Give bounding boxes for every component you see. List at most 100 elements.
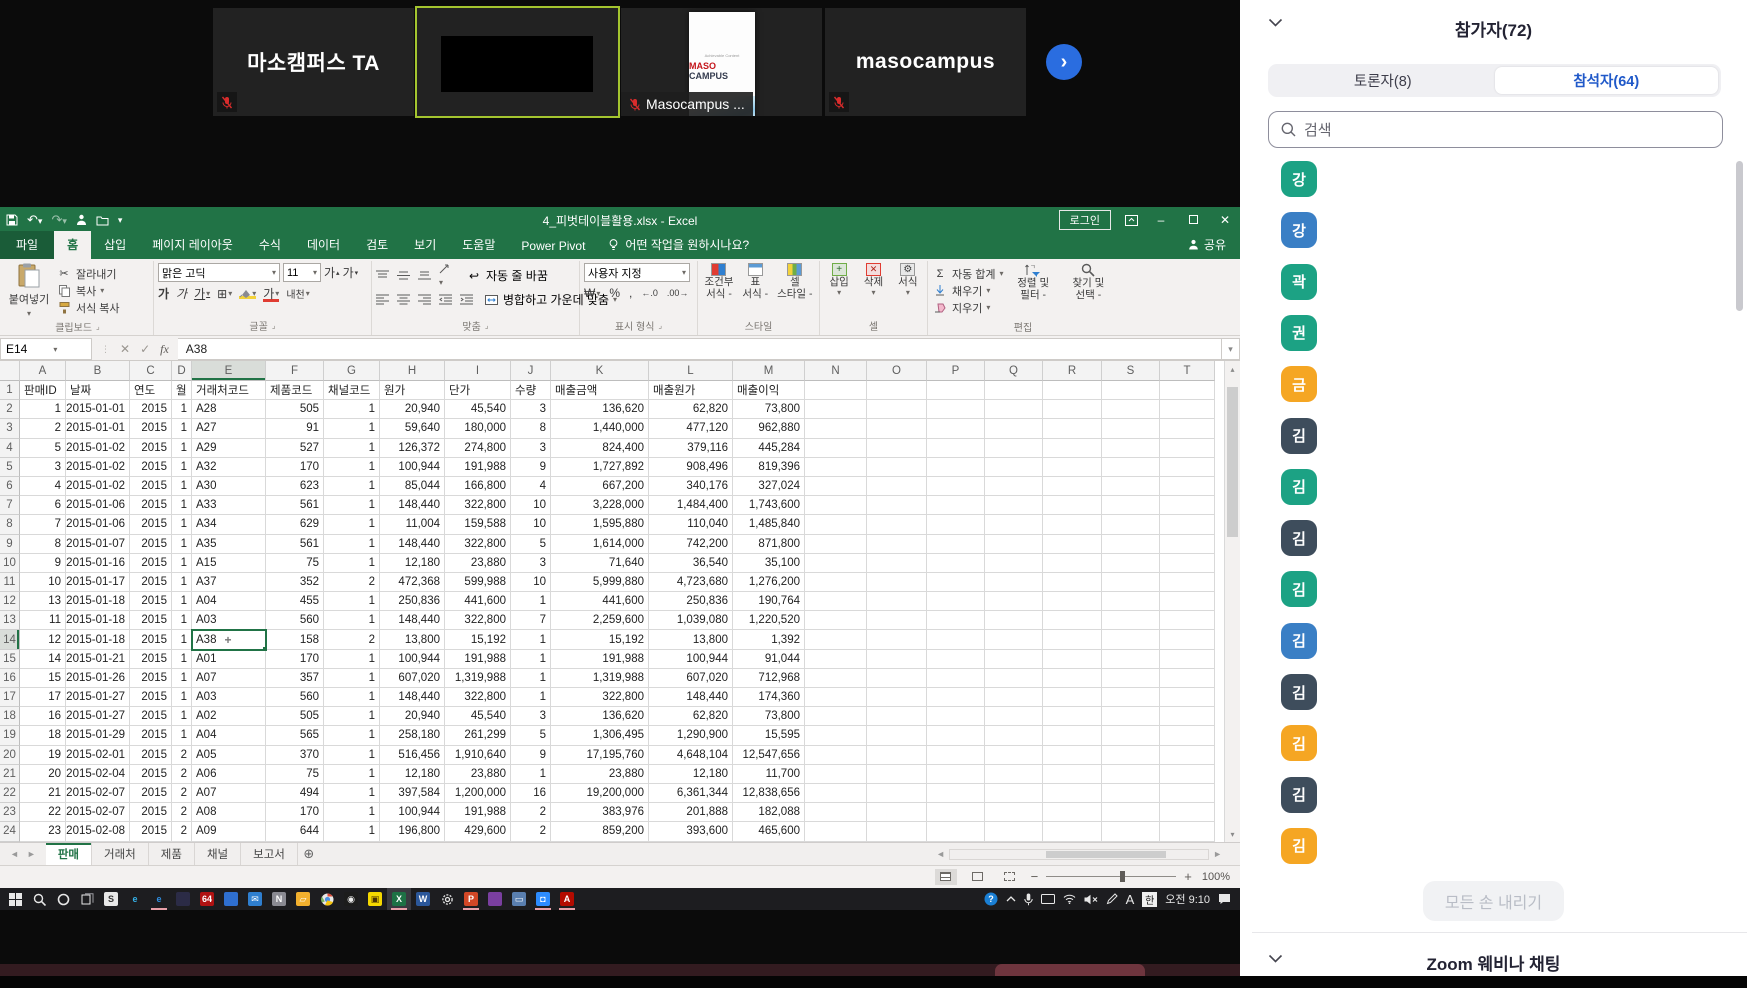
- decrease-indent-icon[interactable]: [439, 294, 452, 305]
- column-header-E[interactable]: E: [192, 361, 266, 381]
- participant-row[interactable]: 김: [1281, 828, 1701, 864]
- cell-J11[interactable]: 10: [511, 573, 551, 592]
- cell-E4[interactable]: A29: [192, 439, 266, 458]
- cell-N6[interactable]: [805, 477, 867, 496]
- cell-G7[interactable]: 1: [324, 496, 380, 515]
- cell-C6[interactable]: 2015: [130, 477, 172, 496]
- cell-C24[interactable]: 2015: [130, 822, 172, 841]
- cell-D11[interactable]: 1: [172, 573, 192, 592]
- cell-H2[interactable]: 20,940: [380, 400, 445, 419]
- cell-C14[interactable]: 2015: [130, 630, 172, 649]
- cell-H16[interactable]: 607,020: [380, 669, 445, 688]
- cell-R8[interactable]: [1043, 515, 1102, 534]
- cell-J2[interactable]: 3: [511, 400, 551, 419]
- cell-E16[interactable]: A07: [192, 669, 266, 688]
- cell-E11[interactable]: A37: [192, 573, 266, 592]
- search-input[interactable]: 검색: [1268, 111, 1723, 148]
- sheet-tab-판매[interactable]: 판매: [46, 843, 92, 865]
- clear-button[interactable]: 지우기 ▾: [932, 299, 1004, 316]
- cell-Q23[interactable]: [985, 803, 1043, 822]
- cell-I9[interactable]: 322,800: [445, 535, 511, 554]
- cell-E5[interactable]: A32: [192, 458, 266, 477]
- cell-Q15[interactable]: [985, 650, 1043, 669]
- cell-I18[interactable]: 45,540: [445, 707, 511, 726]
- column-header-P[interactable]: P: [927, 361, 985, 381]
- cell-M23[interactable]: 182,088: [733, 803, 805, 822]
- cell-S11[interactable]: [1102, 573, 1160, 592]
- cell-T19[interactable]: [1160, 726, 1215, 745]
- cell-O22[interactable]: [867, 784, 927, 803]
- cell-H5[interactable]: 100,944: [380, 458, 445, 477]
- cell-F13[interactable]: 560: [266, 611, 324, 630]
- cell-N19[interactable]: [805, 726, 867, 745]
- cell-F1[interactable]: 제품코드: [266, 381, 324, 400]
- cell-Q17[interactable]: [985, 688, 1043, 707]
- horizontal-scroll-thumb[interactable]: [1046, 851, 1166, 858]
- cell-P8[interactable]: [927, 515, 985, 534]
- cell-L8[interactable]: 110,040: [649, 515, 733, 534]
- cell-N24[interactable]: [805, 822, 867, 841]
- customize-qat-icon[interactable]: ▾: [118, 215, 123, 226]
- cell-B3[interactable]: 2015-01-01: [66, 419, 130, 438]
- cell-E10[interactable]: A15: [192, 554, 266, 573]
- cell-G15[interactable]: 1: [324, 650, 380, 669]
- cell-B7[interactable]: 2015-01-06: [66, 496, 130, 515]
- cell-E21[interactable]: A06: [192, 765, 266, 784]
- cell-J13[interactable]: 7: [511, 611, 551, 630]
- italic-button[interactable]: 가: [176, 285, 187, 302]
- row-header-23[interactable]: 23: [0, 803, 20, 822]
- video-tile[interactable]: masocampus: [825, 8, 1026, 116]
- cell-F8[interactable]: 629: [266, 515, 324, 534]
- column-header-B[interactable]: B: [66, 361, 130, 381]
- cell-T10[interactable]: [1160, 554, 1215, 573]
- cell-R14[interactable]: [1043, 630, 1102, 649]
- normal-view-button[interactable]: [935, 869, 957, 885]
- cell-Q14[interactable]: [985, 630, 1043, 649]
- cell-N21[interactable]: [805, 765, 867, 784]
- cell-S12[interactable]: [1102, 592, 1160, 611]
- cell-S2[interactable]: [1102, 400, 1160, 419]
- cell-N23[interactable]: [805, 803, 867, 822]
- row-header-19[interactable]: 19: [0, 726, 20, 745]
- cell-J4[interactable]: 3: [511, 439, 551, 458]
- column-header-K[interactable]: K: [551, 361, 649, 381]
- cell-Q8[interactable]: [985, 515, 1043, 534]
- formula-input[interactable]: A38: [178, 338, 1222, 360]
- cell-S5[interactable]: [1102, 458, 1160, 477]
- zoom-out-icon[interactable]: −: [1031, 869, 1039, 884]
- taskbar-this-pc-icon[interactable]: ▭: [507, 888, 531, 910]
- cell-N14[interactable]: [805, 630, 867, 649]
- cell-E13[interactable]: A03: [192, 611, 266, 630]
- cell-D4[interactable]: 1: [172, 439, 192, 458]
- taskbar-speedtest-icon[interactable]: [171, 888, 195, 910]
- cell-M5[interactable]: 819,396: [733, 458, 805, 477]
- cell-L3[interactable]: 477,120: [649, 419, 733, 438]
- cell-P21[interactable]: [927, 765, 985, 784]
- cell-D13[interactable]: 1: [172, 611, 192, 630]
- cell-A12[interactable]: 13: [20, 592, 66, 611]
- chat-collapse-icon[interactable]: [1268, 954, 1283, 963]
- cancel-entry-icon[interactable]: ✕: [120, 342, 130, 356]
- cell-S20[interactable]: [1102, 746, 1160, 765]
- close-button[interactable]: ✕: [1216, 213, 1234, 227]
- participant-scrollbar-thumb[interactable]: [1736, 161, 1743, 311]
- cell-H3[interactable]: 59,640: [380, 419, 445, 438]
- zoom-level[interactable]: 100%: [1202, 871, 1230, 883]
- cell-N20[interactable]: [805, 746, 867, 765]
- cell-G21[interactable]: 1: [324, 765, 380, 784]
- cell-D22[interactable]: 2: [172, 784, 192, 803]
- row-header-9[interactable]: 9: [0, 535, 20, 554]
- cell-H15[interactable]: 100,944: [380, 650, 445, 669]
- cell-T1[interactable]: [1160, 381, 1215, 400]
- cell-H7[interactable]: 148,440: [380, 496, 445, 515]
- cell-G11[interactable]: 2: [324, 573, 380, 592]
- participant-row[interactable]: 김: [1281, 571, 1701, 607]
- cell-O16[interactable]: [867, 669, 927, 688]
- cell-Q13[interactable]: [985, 611, 1043, 630]
- cell-C7[interactable]: 2015: [130, 496, 172, 515]
- cell-G23[interactable]: 1: [324, 803, 380, 822]
- cell-J19[interactable]: 5: [511, 726, 551, 745]
- cell-J8[interactable]: 10: [511, 515, 551, 534]
- cell-F19[interactable]: 565: [266, 726, 324, 745]
- column-header-J[interactable]: J: [511, 361, 551, 381]
